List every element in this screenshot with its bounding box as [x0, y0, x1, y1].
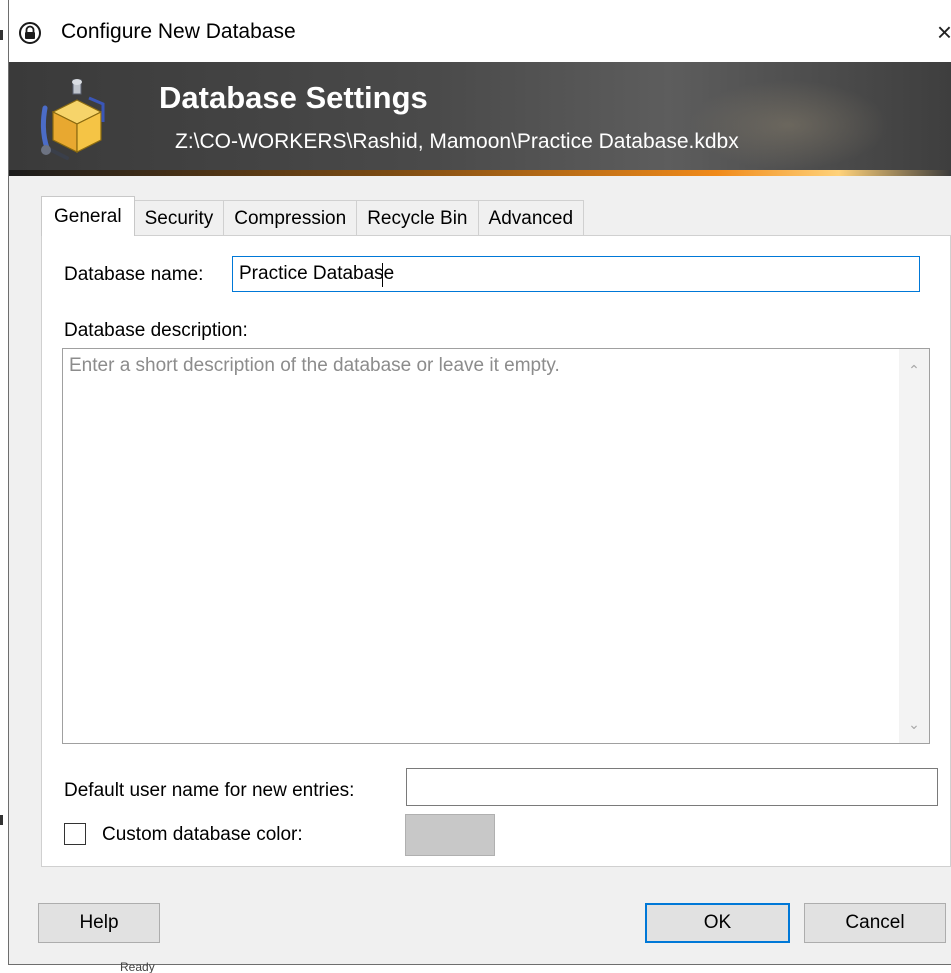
title-bar: Configure New Database ×	[9, 0, 951, 62]
close-icon: ×	[936, 17, 951, 47]
background-status-text: Ready	[120, 962, 155, 973]
header-banner: Database Settings Z:\CO-WORKERS\Rashid, …	[9, 62, 951, 176]
custom-color-label: Custom database color:	[102, 824, 303, 845]
background-window-edge	[0, 815, 3, 825]
description-scrollbar[interactable]: ⌃ ⌄	[899, 349, 929, 743]
custom-color-checkbox[interactable]	[64, 823, 86, 845]
banner-decoration	[689, 80, 889, 170]
scroll-up-icon[interactable]: ⌃	[905, 363, 923, 377]
scroll-down-icon[interactable]: ⌄	[905, 717, 923, 731]
tab-advanced[interactable]: Advanced	[477, 200, 585, 236]
database-description-textarea[interactable]	[62, 348, 930, 744]
banner-accent-line	[9, 170, 951, 176]
window-title: Configure New Database	[61, 20, 296, 43]
help-button[interactable]: Help	[38, 903, 160, 943]
general-tab-panel: Database name: Database description: ⌃ ⌄…	[41, 235, 951, 867]
ok-button[interactable]: OK	[645, 903, 790, 943]
close-button[interactable]: ×	[932, 16, 951, 48]
custom-color-swatch-button[interactable]	[405, 814, 495, 856]
tab-general[interactable]: General	[41, 196, 135, 236]
default-user-label: Default user name for new entries:	[64, 780, 355, 801]
tab-recycle-bin[interactable]: Recycle Bin	[356, 200, 479, 236]
banner-title: Database Settings	[159, 80, 428, 115]
default-user-input[interactable]	[406, 768, 938, 806]
database-description-label: Database description:	[64, 320, 248, 341]
settings-tabs: General Security Compression Recycle Bin…	[41, 196, 585, 236]
background-window-edge	[0, 30, 3, 40]
keepass-lock-icon	[19, 22, 41, 44]
database-settings-icon	[40, 79, 105, 160]
tab-security[interactable]: Security	[133, 200, 225, 236]
database-name-input[interactable]	[232, 256, 920, 292]
configure-database-dialog: Configure New Database × Database Settin…	[8, 0, 951, 965]
cancel-button[interactable]: Cancel	[804, 903, 946, 943]
database-name-label: Database name:	[64, 264, 204, 285]
text-caret	[382, 263, 383, 287]
database-file-path: Z:\CO-WORKERS\Rashid, Mamoon\Practice Da…	[175, 130, 739, 153]
tab-compression[interactable]: Compression	[223, 200, 358, 236]
